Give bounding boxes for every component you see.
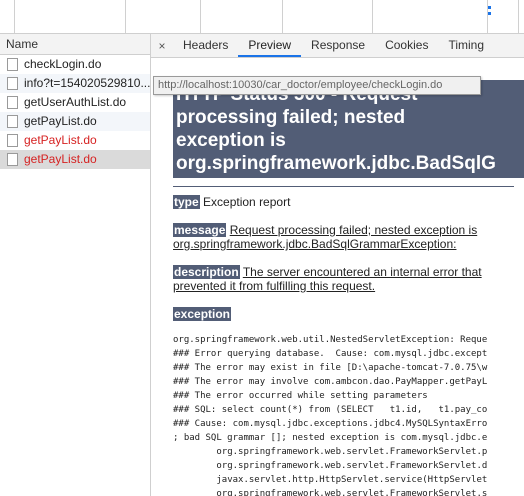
request-row-selected[interactable]: getPayList.do [0, 150, 150, 169]
exception-label: exception [173, 307, 232, 321]
close-icon[interactable]: × [151, 39, 173, 53]
timeline-gridline [487, 0, 488, 33]
trace-line: ; bad SQL grammar []; nested exception i… [173, 433, 488, 443]
error-title-line: org.springframework.jdbc.BadSqlG [176, 153, 496, 174]
timeline-overview[interactable] [0, 0, 524, 34]
trace-line: ### The error occurred while setting par… [173, 391, 428, 401]
type-label: type [173, 195, 200, 209]
document-icon [7, 115, 18, 128]
stack-trace: org.springframework.web.util.NestedServl… [173, 333, 524, 496]
document-icon [7, 77, 18, 90]
document-icon [7, 58, 18, 71]
timeline-request-mark [488, 6, 491, 9]
timeline-gridline [200, 0, 201, 33]
trace-line: ### The error may exist in file [D:\apac… [173, 363, 488, 373]
details-tabbar: × Headers Preview Response Cookies Timin… [151, 34, 524, 58]
request-name: getPayList.do [24, 114, 97, 128]
request-name: getUserAuthList.do [24, 95, 127, 109]
request-row[interactable]: getUserAuthList.do [0, 93, 150, 112]
timeline-gridline [282, 0, 283, 33]
request-name: info?t=154020529810... [24, 76, 150, 90]
trace-line: ### Error querying database. Cause: com.… [173, 349, 488, 359]
description-label: description [173, 265, 240, 279]
request-list-panel: Name checkLogin.do info?t=154020529810..… [0, 34, 151, 496]
trace-line: ### SQL: select count(*) from (SELECT t1… [173, 405, 488, 415]
message-section: message Request processing failed; neste… [173, 223, 505, 251]
exception-section: exception [173, 307, 505, 321]
request-row-error[interactable]: getPayList.do [0, 131, 150, 150]
tab-response[interactable]: Response [301, 34, 375, 57]
tab-cookies[interactable]: Cookies [375, 34, 438, 57]
tab-timing[interactable]: Timing [438, 34, 494, 57]
request-name: checkLogin.do [24, 57, 102, 71]
document-icon [7, 134, 18, 147]
trace-line: ### The error may involve com.ambcon.dao… [173, 377, 488, 387]
request-details-panel: × Headers Preview Response Cookies Timin… [151, 34, 524, 496]
tab-headers[interactable]: Headers [173, 34, 238, 57]
trace-line: javax.servlet.http.HttpServlet.service(H… [173, 475, 488, 485]
trace-line: org.springframework.web.servlet.Framewor… [173, 489, 488, 496]
type-section: type Exception report [173, 195, 505, 209]
message-label: message [173, 223, 227, 237]
trace-line: org.springframework.web.servlet.Framewor… [173, 447, 488, 457]
trace-line: org.springframework.web.util.NestedServl… [173, 335, 488, 345]
request-row[interactable]: info?t=154020529810... [0, 74, 150, 93]
description-section: description The server encountered an in… [173, 265, 505, 293]
document-icon [7, 153, 18, 166]
trace-line: org.springframework.web.servlet.Framewor… [173, 461, 488, 471]
request-row[interactable]: getPayList.do [0, 112, 150, 131]
error-page: HTTP Status 500 - Request processing fai… [173, 80, 524, 496]
divider [173, 186, 514, 187]
timeline-gridline [372, 0, 373, 33]
request-name: getPayList.do [24, 133, 97, 147]
error-title-line: processing failed; nested [176, 107, 406, 128]
name-column-header[interactable]: Name [0, 34, 150, 55]
timeline-gridline [518, 0, 519, 33]
url-tooltip: http://localhost:10030/car_doctor/employ… [153, 76, 481, 95]
request-name: getPayList.do [24, 152, 97, 166]
document-icon [7, 96, 18, 109]
type-value: Exception report [203, 195, 291, 209]
timeline-gridline [14, 0, 15, 33]
request-row[interactable]: checkLogin.do [0, 55, 150, 74]
trace-line: ### Cause: com.mysql.jdbc.exceptions.jdb… [173, 419, 488, 429]
tab-preview[interactable]: Preview [238, 34, 302, 57]
timeline-gridline [125, 0, 126, 33]
error-title-line: exception is [176, 130, 286, 151]
timeline-request-mark [488, 12, 491, 15]
preview-pane[interactable]: HTTP Status 500 - Request processing fai… [151, 58, 524, 496]
